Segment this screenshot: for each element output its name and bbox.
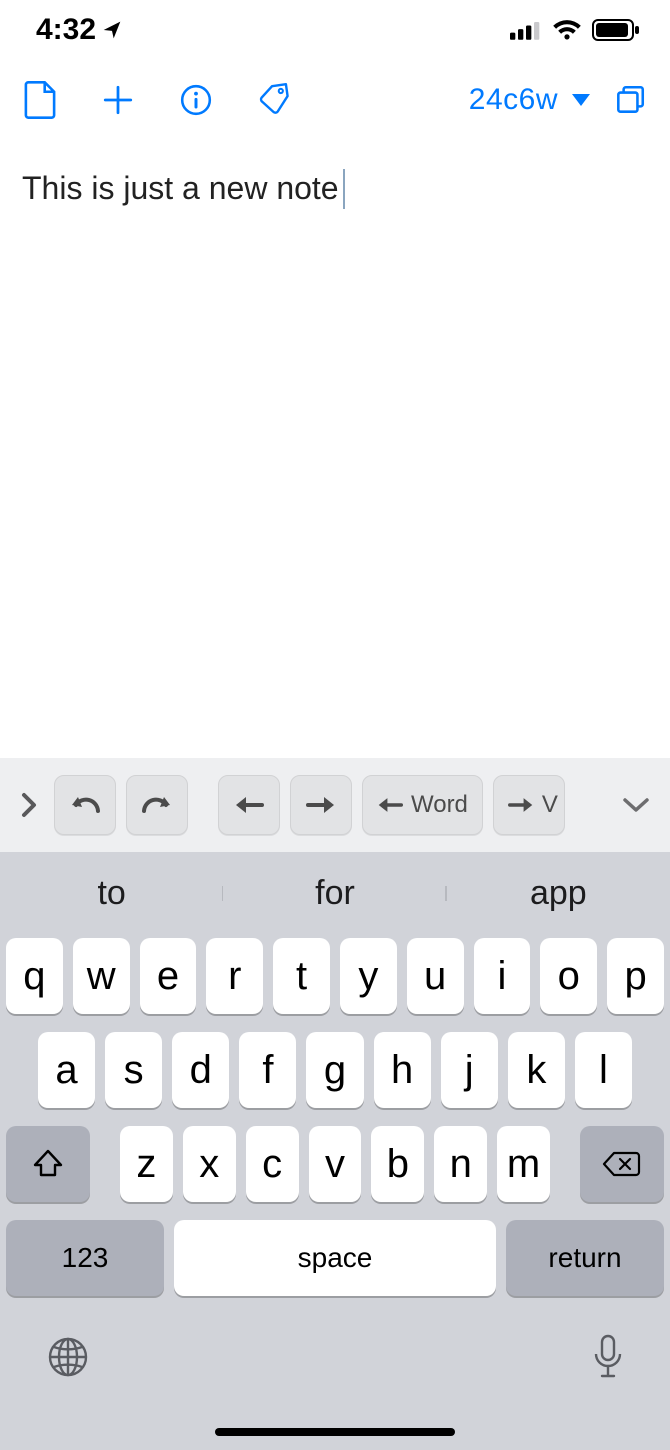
arrow-right-icon	[306, 795, 336, 815]
tag-button[interactable]	[256, 82, 292, 118]
word-right-label: V	[542, 791, 558, 819]
globe-icon	[46, 1335, 90, 1379]
key-l[interactable]: l	[575, 1032, 632, 1108]
key-row-4: 123 space return	[6, 1220, 664, 1296]
key-o[interactable]: o	[540, 938, 597, 1014]
key-row-1: q w e r t y u i o p	[6, 938, 664, 1014]
globe-key[interactable]	[46, 1335, 90, 1384]
cursor-left-button[interactable]	[218, 775, 280, 835]
note-id-label: 24c6w	[469, 83, 558, 117]
key-t[interactable]: t	[273, 938, 330, 1014]
key-f[interactable]: f	[239, 1032, 296, 1108]
chevron-right-icon	[20, 791, 38, 819]
key-s[interactable]: s	[105, 1032, 162, 1108]
shift-icon	[31, 1147, 65, 1181]
arrow-left-icon	[234, 795, 264, 815]
chevron-down-icon	[621, 796, 651, 814]
space-key[interactable]: space	[174, 1220, 496, 1296]
key-e[interactable]: e	[140, 938, 197, 1014]
keyboard-suggestions: to for app	[0, 852, 670, 934]
wifi-icon	[552, 19, 582, 41]
keyboard-accessory-bar: Word V	[0, 758, 670, 852]
app-toolbar: 24c6w	[0, 60, 670, 140]
key-row-3: z x c v b n m	[6, 1126, 664, 1202]
note-editor[interactable]: This is just a new note	[0, 140, 670, 760]
home-indicator[interactable]	[215, 1428, 455, 1436]
key-rows: q w e r t y u i o p a s d f g h j k l	[0, 934, 670, 1296]
text-cursor	[343, 169, 346, 209]
status-bar: 4:32	[0, 0, 670, 60]
arrow-right-icon	[508, 796, 534, 814]
word-right-button[interactable]: V	[493, 775, 565, 835]
note-id-dropdown[interactable]: 24c6w	[469, 83, 590, 117]
suggestion-1[interactable]: to	[0, 874, 223, 913]
on-screen-keyboard: to for app q w e r t y u i o p a s d f g…	[0, 852, 670, 1450]
key-a[interactable]: a	[38, 1032, 95, 1108]
info-button[interactable]	[178, 82, 214, 118]
accessory-expand-button[interactable]	[14, 775, 44, 835]
backspace-key[interactable]	[580, 1126, 664, 1202]
key-row-2: a s d f g h j k l	[6, 1032, 664, 1108]
chevron-down-icon	[572, 94, 590, 106]
key-w[interactable]: w	[73, 938, 130, 1014]
tag-icon	[256, 81, 292, 119]
word-left-button[interactable]: Word	[362, 775, 483, 835]
status-right	[510, 19, 640, 41]
key-j[interactable]: j	[441, 1032, 498, 1108]
key-m[interactable]: m	[497, 1126, 550, 1202]
accessory-collapse-button[interactable]	[616, 775, 656, 835]
key-p[interactable]: p	[607, 938, 664, 1014]
suggestion-2[interactable]: for	[223, 874, 446, 913]
backspace-icon	[602, 1149, 642, 1179]
key-u[interactable]: u	[407, 938, 464, 1014]
note-text: This is just a new note	[22, 170, 339, 206]
dictation-key[interactable]	[592, 1334, 624, 1385]
redo-button[interactable]	[126, 775, 188, 835]
toolbar-right: 24c6w	[469, 82, 648, 118]
redo-icon	[140, 793, 174, 817]
key-b[interactable]: b	[371, 1126, 424, 1202]
plus-icon	[101, 83, 135, 117]
keyboard-bottom-row	[0, 1314, 670, 1404]
key-i[interactable]: i	[474, 938, 531, 1014]
spacer	[100, 1126, 110, 1202]
return-key[interactable]: return	[506, 1220, 664, 1296]
key-n[interactable]: n	[434, 1126, 487, 1202]
copy-icon	[613, 83, 647, 117]
microphone-icon	[592, 1334, 624, 1380]
document-icon	[23, 80, 57, 120]
location-arrow-icon	[102, 20, 122, 40]
key-v[interactable]: v	[309, 1126, 362, 1202]
undo-button[interactable]	[54, 775, 116, 835]
key-r[interactable]: r	[206, 938, 263, 1014]
word-left-label: Word	[411, 791, 468, 819]
cellular-icon	[510, 20, 542, 40]
cursor-right-button[interactable]	[290, 775, 352, 835]
toolbar-left	[22, 82, 292, 118]
spacer	[560, 1126, 570, 1202]
key-h[interactable]: h	[374, 1032, 431, 1108]
add-button[interactable]	[100, 82, 136, 118]
copy-button[interactable]	[612, 82, 648, 118]
key-z[interactable]: z	[120, 1126, 173, 1202]
suggestion-3[interactable]: app	[447, 874, 670, 913]
info-icon	[179, 83, 213, 117]
shift-key[interactable]	[6, 1126, 90, 1202]
numbers-key[interactable]: 123	[6, 1220, 164, 1296]
key-c[interactable]: c	[246, 1126, 299, 1202]
new-note-button[interactable]	[22, 82, 58, 118]
status-time: 4:32	[36, 13, 96, 47]
key-g[interactable]: g	[306, 1032, 363, 1108]
battery-icon	[592, 19, 640, 41]
key-x[interactable]: x	[183, 1126, 236, 1202]
key-k[interactable]: k	[508, 1032, 565, 1108]
key-y[interactable]: y	[340, 938, 397, 1014]
undo-icon	[68, 793, 102, 817]
key-d[interactable]: d	[172, 1032, 229, 1108]
arrow-left-icon	[377, 796, 403, 814]
key-q[interactable]: q	[6, 938, 63, 1014]
status-left: 4:32	[36, 13, 122, 47]
